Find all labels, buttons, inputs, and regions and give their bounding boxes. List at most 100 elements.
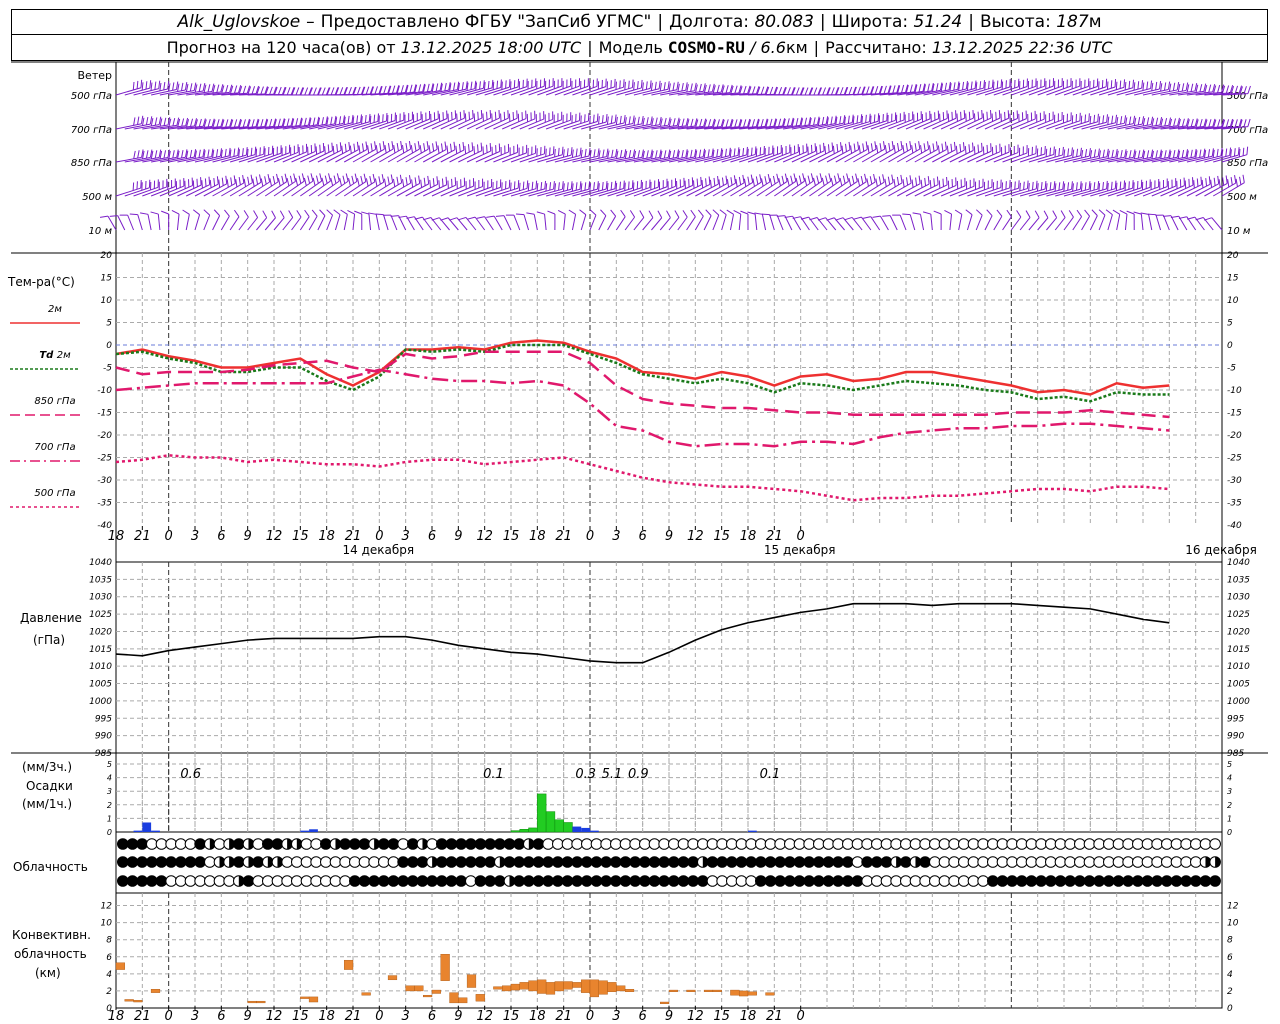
wind-barb-flag <box>348 177 351 186</box>
cloud-symbol <box>832 875 844 887</box>
cloud-symbol <box>1132 838 1144 850</box>
wind-barb-flag <box>163 81 166 91</box>
wind-barb-flag <box>923 143 926 152</box>
cloud-symbol <box>233 838 245 850</box>
cloud-symbol <box>349 856 361 868</box>
cloud-symbol <box>552 838 564 850</box>
wind-barb-flag <box>882 215 891 217</box>
cloud-circle <box>793 838 806 850</box>
wind-barb-flag <box>377 113 379 122</box>
wind-barb-flag <box>764 176 767 185</box>
wind-barb-flag <box>396 176 399 185</box>
wind-barb-flag <box>1155 81 1158 90</box>
cloud-symbol <box>890 875 902 887</box>
wind-barb-flag <box>1075 182 1078 191</box>
time-tick-label: 12 <box>266 529 283 544</box>
cloud-symbol <box>213 856 226 868</box>
cloud-circle <box>890 838 902 850</box>
cloud-symbol <box>368 856 380 868</box>
wind-barb-flag <box>992 81 995 90</box>
cloud-symbol <box>503 838 516 850</box>
wind-barb-flag <box>423 143 426 152</box>
wind-barb-flag <box>431 217 440 221</box>
wind-barb-flag <box>198 149 201 158</box>
cloud-symbol <box>320 875 332 887</box>
cloud-symbol <box>581 875 593 887</box>
cloud-symbol <box>1064 875 1076 887</box>
cloud-circle <box>600 838 612 850</box>
cloud-symbol <box>1074 856 1086 868</box>
cloud-symbol <box>1054 838 1067 850</box>
wind-barb-flag <box>400 85 404 94</box>
wind-barb-flag <box>883 85 887 94</box>
cloud-symbol <box>310 875 322 887</box>
cloud-circle <box>784 856 796 868</box>
wind-barb-flag <box>918 141 921 150</box>
wind-barb-flag <box>824 146 827 155</box>
cloud-symbol <box>445 875 458 887</box>
cloud-symbol <box>871 875 883 887</box>
wind-barb-flag <box>517 180 520 189</box>
cloud-symbol <box>1161 875 1173 887</box>
wind-barb-flag <box>426 141 429 150</box>
wind-barb-flag <box>1102 115 1105 124</box>
wind-barb-flag <box>996 209 1003 217</box>
wind-barb-staff <box>686 216 696 231</box>
time-tick-label: 9 <box>665 1009 673 1024</box>
wind-barb-flag <box>549 147 551 156</box>
cloud-circle <box>117 856 129 868</box>
cloud-symbol <box>813 875 825 887</box>
cloud-symbol <box>1170 875 1183 887</box>
cloud-circle <box>1209 838 1221 850</box>
wind-barb-flag <box>562 149 565 158</box>
cloud-symbol <box>1083 856 1096 868</box>
wind-barb-flag <box>884 145 887 154</box>
wind-barb-flag <box>304 209 310 217</box>
wind-barb-flag <box>369 176 372 185</box>
wind-barb-flag <box>821 116 825 125</box>
temp-y-tick-label-right: -30 <box>1227 476 1242 486</box>
wind-barb-flag <box>933 210 942 215</box>
wind-barb-flag <box>830 116 833 125</box>
cloud-circle <box>474 856 487 868</box>
wind-barb-staff <box>879 215 889 231</box>
cloud-circle <box>890 875 902 887</box>
wind-barb-flag <box>286 118 290 127</box>
cloud-circle <box>658 856 670 868</box>
cloud-circle <box>774 838 786 850</box>
wind-barb-flag <box>1207 149 1211 158</box>
cloud-symbol <box>977 875 989 887</box>
cloud-symbol <box>726 838 738 850</box>
wind-barb-flag <box>1133 211 1142 215</box>
wind-barb-staff <box>1019 217 1031 231</box>
wind-barb-flag <box>1071 181 1073 190</box>
wind-barb-flag <box>778 178 781 187</box>
wind-barb-flag <box>221 177 224 186</box>
conv-unit: (км) <box>35 966 61 980</box>
cloud-circle <box>1141 875 1154 887</box>
cloud-symbol <box>1035 875 1047 887</box>
cloud-circle <box>484 838 496 850</box>
wind-barb-flag <box>319 209 326 216</box>
wind-barb-flag <box>1006 209 1012 217</box>
wind-barb-flag <box>747 176 750 185</box>
cloud-circle <box>745 856 757 868</box>
wind-barb-flag <box>856 115 859 124</box>
cloud-circle <box>126 856 139 868</box>
cloud-symbol <box>745 875 757 887</box>
wind-barb-staff <box>465 217 477 231</box>
wind-barb-flag <box>1162 215 1172 217</box>
cloud-circle <box>755 838 767 850</box>
precip-bar <box>142 822 152 832</box>
temp-y-tick-label-right: -5 <box>1227 364 1236 374</box>
temp-legend-text: 700 гПа <box>34 442 75 453</box>
wind-barb-flag <box>891 174 894 183</box>
cloud-circle <box>146 838 158 850</box>
pressure-y-tick-label-right: 985 <box>1227 749 1244 759</box>
wind-barb-flag <box>1045 148 1048 157</box>
cloud-symbol <box>706 875 719 887</box>
cloud-circle <box>271 875 284 887</box>
wind-barb-flag <box>1164 82 1167 91</box>
wind-barb-flag <box>950 143 953 152</box>
cloud-symbol <box>571 838 583 850</box>
